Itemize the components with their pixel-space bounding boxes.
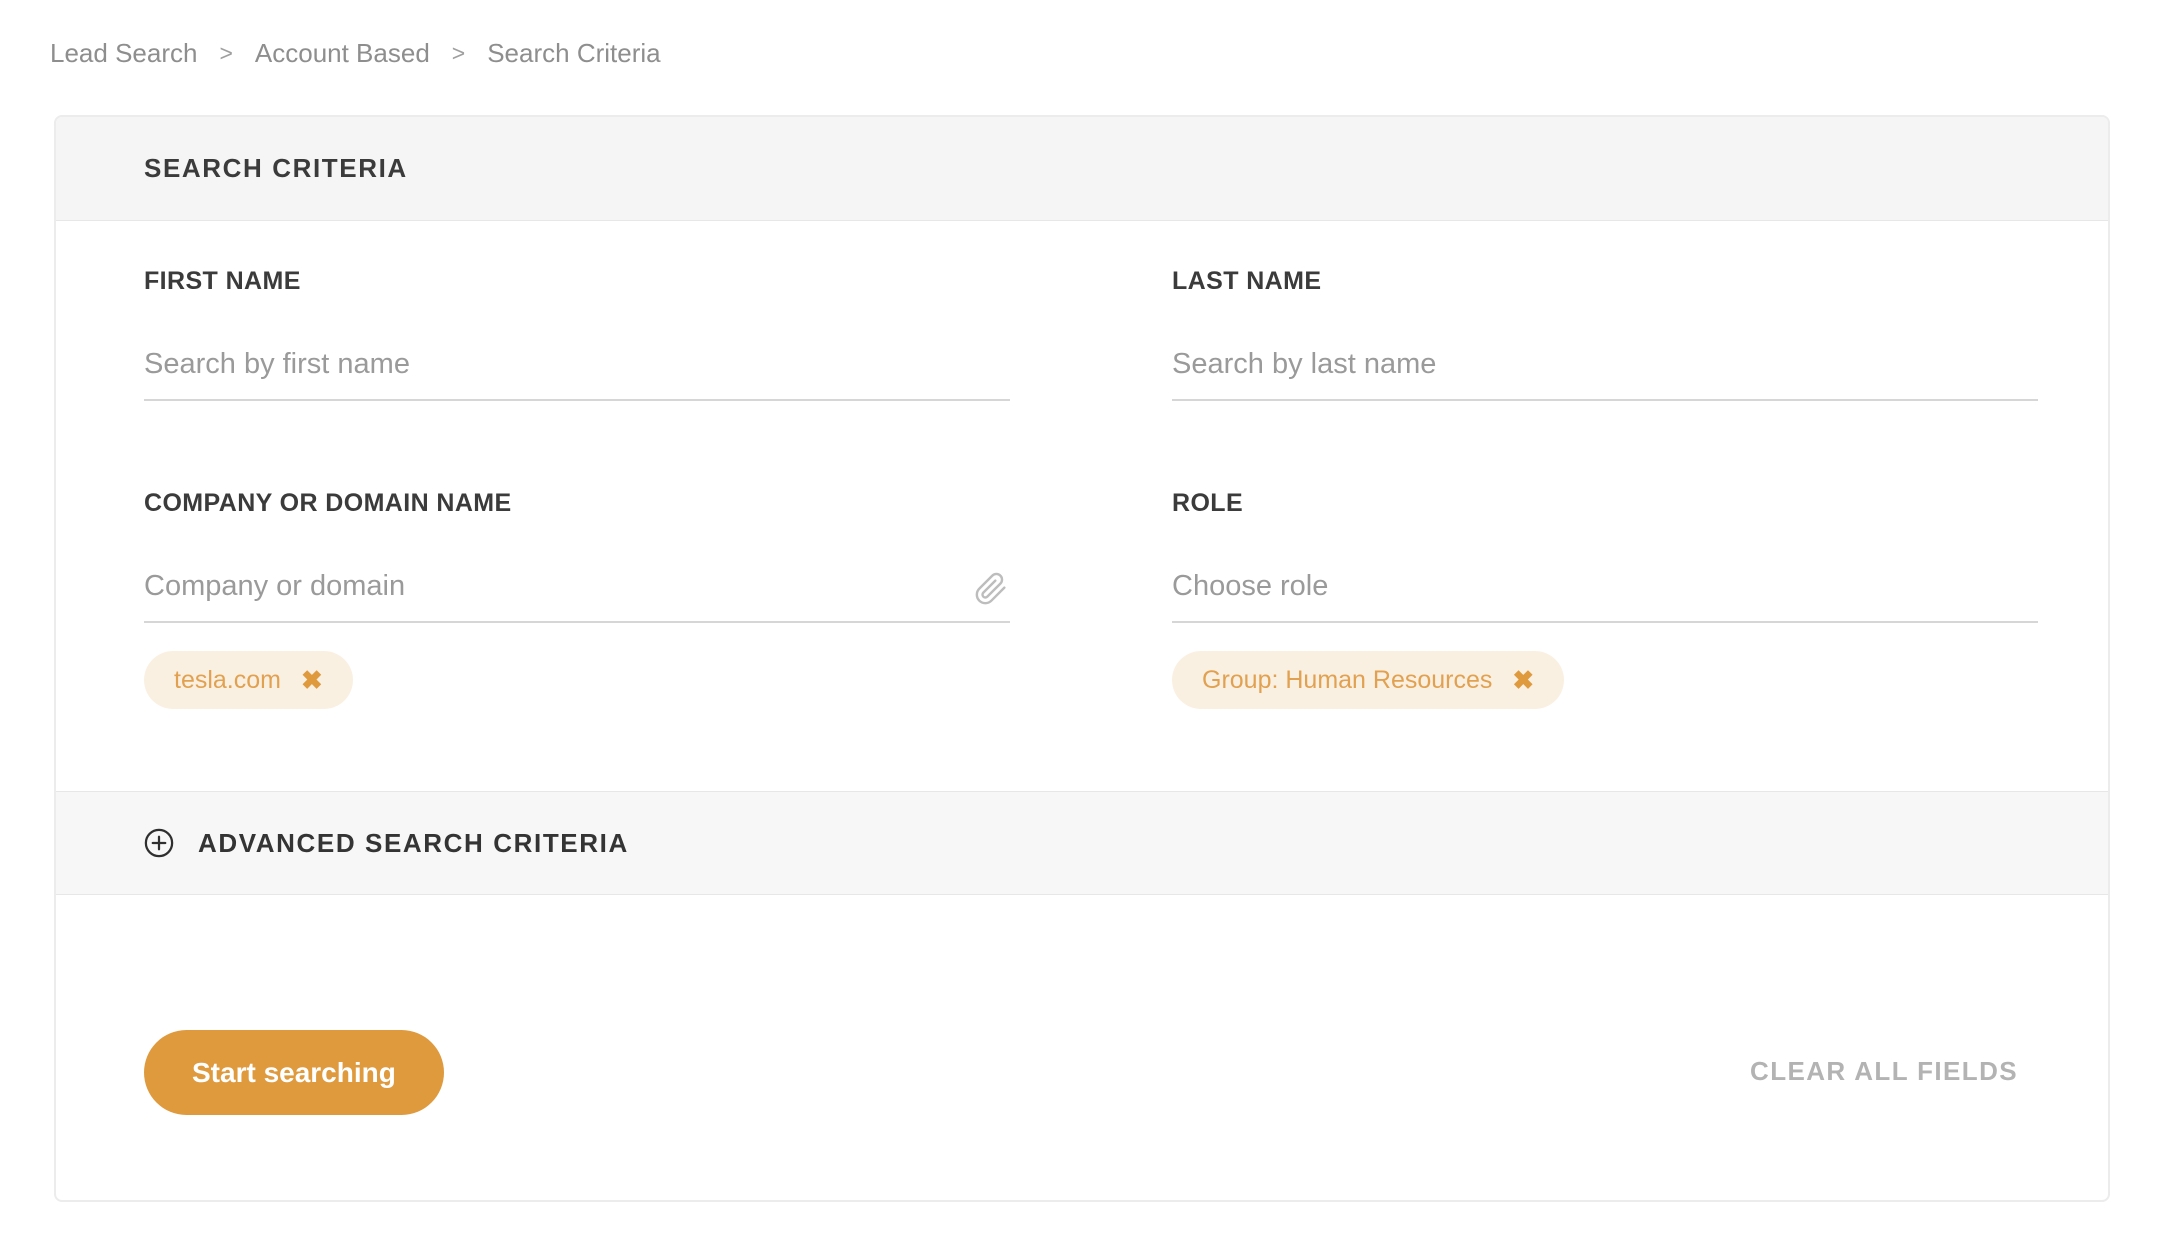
company-tag-label: tesla.com [174, 665, 281, 694]
company-field-group: COMPANY OR DOMAIN NAME tesla.com ✖ [144, 489, 1010, 709]
role-tag-row: Group: Human Resources ✖ [1172, 651, 2038, 709]
company-tag-row: tesla.com ✖ [144, 651, 1010, 709]
breadcrumb-separator-icon: > [219, 40, 233, 66]
plus-circle-icon [144, 828, 174, 858]
card-header: SEARCH CRITERIA [56, 117, 2108, 221]
page-title: SEARCH CRITERIA [144, 153, 408, 183]
breadcrumb-item-account-based[interactable]: Account Based [255, 38, 430, 69]
first-name-input[interactable] [144, 348, 1010, 401]
last-name-input[interactable] [1172, 348, 2038, 401]
breadcrumb-item-search-criteria: Search Criteria [487, 38, 661, 68]
first-name-label: FIRST NAME [144, 267, 301, 295]
role-field-group: ROLE Group: Human Resources ✖ [1172, 489, 2038, 709]
company-input[interactable] [144, 570, 1010, 623]
advanced-search-label: ADVANCED SEARCH CRITERIA [198, 827, 629, 858]
clear-all-fields-button[interactable]: CLEAR ALL FIELDS [1750, 1056, 2018, 1087]
role-tag-label: Group: Human Resources [1202, 665, 1493, 694]
company-tag-remove-icon[interactable]: ✖ [301, 667, 323, 693]
first-name-field-group: FIRST NAME [144, 267, 1010, 401]
role-input[interactable] [1172, 570, 2038, 623]
breadcrumb: Lead Search > Account Based > Search Cri… [50, 38, 661, 69]
start-searching-button[interactable]: Start searching [144, 1030, 444, 1115]
search-criteria-card: SEARCH CRITERIA FIRST NAME LAST NAME COM… [54, 115, 2110, 1202]
breadcrumb-separator-icon: > [451, 40, 466, 66]
role-tag-remove-icon[interactable]: ✖ [1512, 667, 1534, 693]
company-tag: tesla.com ✖ [144, 651, 353, 709]
role-tag: Group: Human Resources ✖ [1172, 651, 1565, 709]
breadcrumb-item-lead-search[interactable]: Lead Search [50, 38, 197, 69]
last-name-field-group: LAST NAME [1172, 267, 2038, 401]
company-label: COMPANY OR DOMAIN NAME [144, 489, 512, 517]
role-label: ROLE [1172, 489, 1244, 517]
advanced-search-toggle[interactable]: ADVANCED SEARCH CRITERIA [56, 791, 2108, 895]
last-name-label: LAST NAME [1172, 267, 1322, 295]
card-footer: Start searching CLEAR ALL FIELDS [56, 896, 2108, 1200]
paperclip-icon[interactable] [974, 572, 1008, 606]
